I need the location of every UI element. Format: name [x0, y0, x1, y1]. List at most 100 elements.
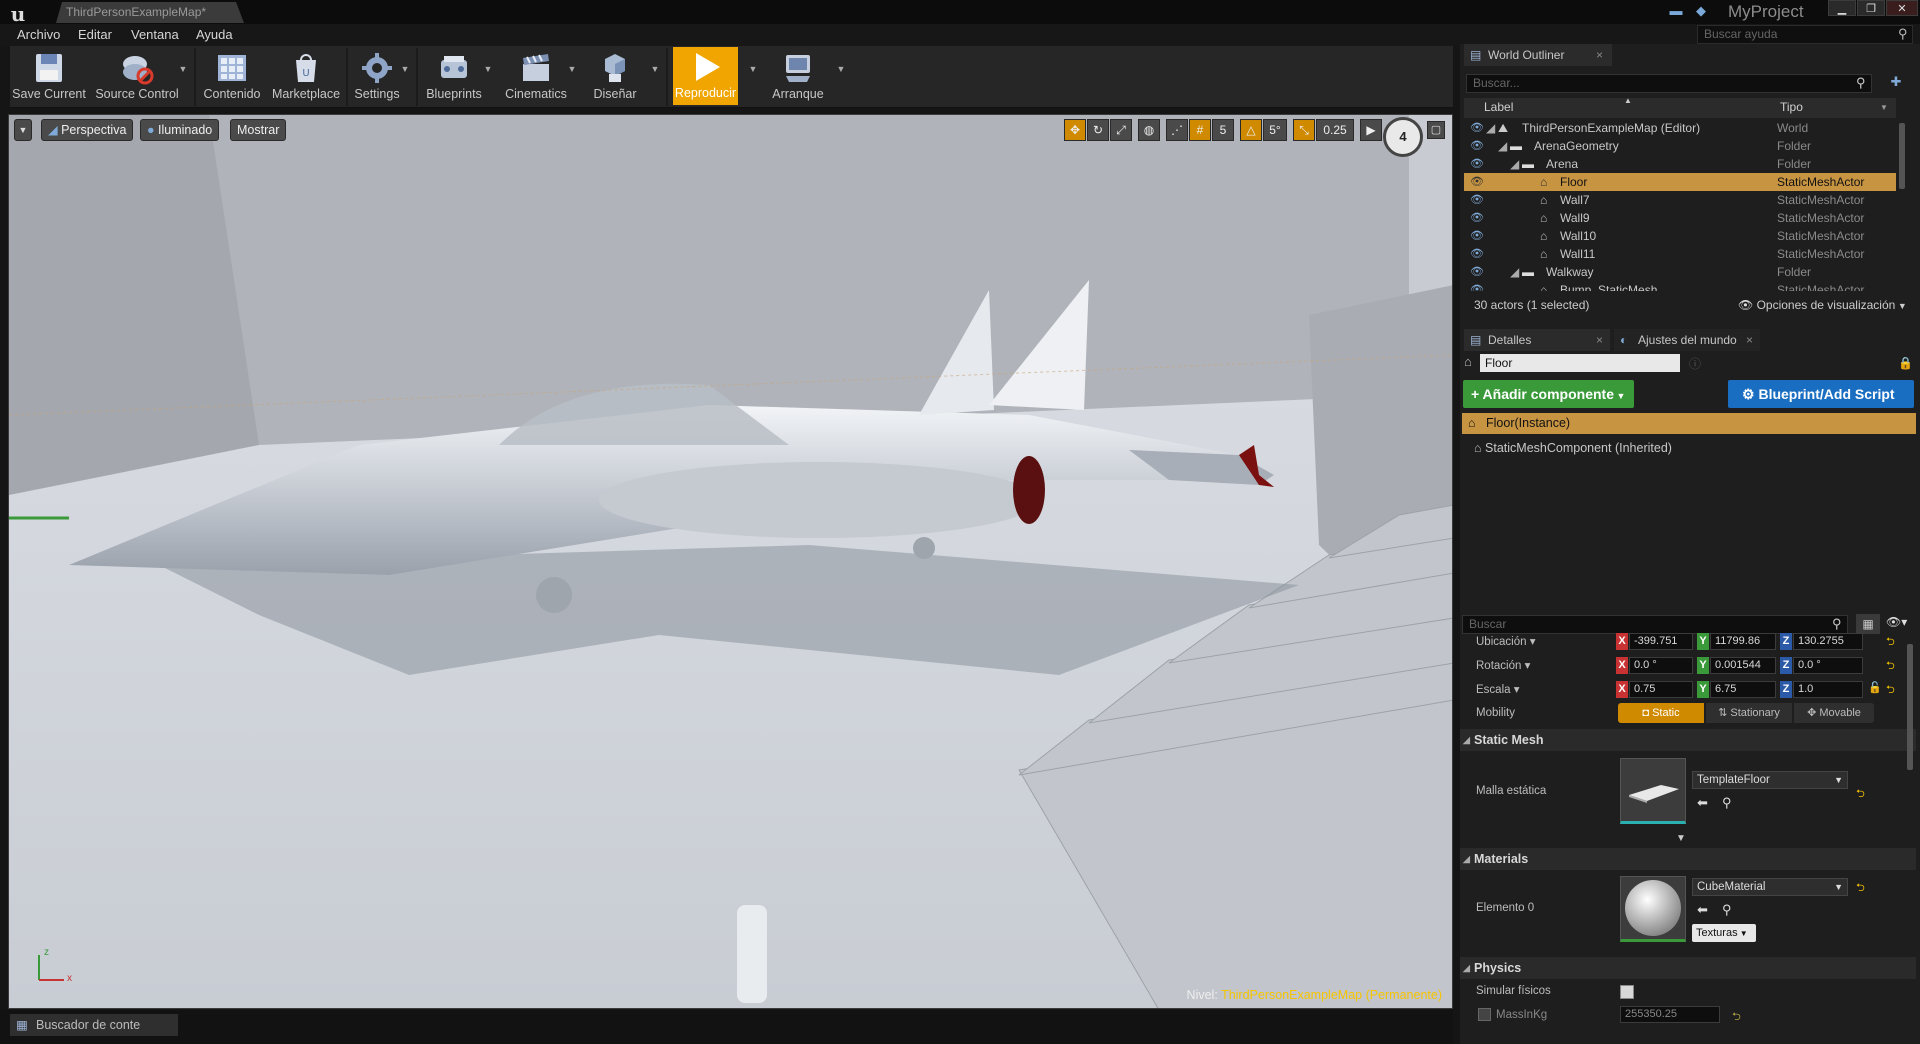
static-mesh-picker[interactable]: TemplateFloor ▼ — [1692, 771, 1848, 789]
close-tab-icon[interactable]: × — [1746, 329, 1753, 351]
expand-arrow-icon[interactable]: ◢ — [1498, 137, 1507, 155]
rotation-snap-icon[interactable]: △ — [1240, 119, 1262, 141]
level-viewport[interactable]: ▼ ◢ Perspectiva ● Iluminado Mostrar ✥ ↻ … — [8, 114, 1453, 1009]
mass-input[interactable]: 255350.25 — [1620, 1006, 1720, 1023]
expand-arrow-icon[interactable]: ◢ — [1486, 119, 1495, 137]
show-button[interactable]: Mostrar — [230, 119, 287, 141]
rotation-z-input[interactable]: 0.0 ° — [1793, 657, 1863, 674]
blueprint-add-script-button[interactable]: ⚙ Blueprint/Add Script — [1728, 380, 1914, 408]
details-tab[interactable]: ▤ Detalles × — [1464, 329, 1610, 351]
property-matrix-icon[interactable]: ▦ — [1856, 614, 1880, 634]
visibility-eye-icon[interactable]: 👁 — [1470, 155, 1484, 173]
menu-help[interactable]: Ayuda — [196, 24, 233, 46]
cinematics-button[interactable]: Cinematics — [500, 48, 572, 106]
save-current-button[interactable]: Save Current — [12, 48, 86, 106]
rotate-mode-icon[interactable]: ↻ — [1087, 119, 1109, 141]
reset-arrow-icon[interactable]: ⮌ — [1886, 657, 1895, 676]
mobility-movable-button[interactable]: ✥ Movable — [1794, 703, 1874, 723]
visibility-filter-icon[interactable]: 👁▾ — [1886, 615, 1907, 629]
maximize-viewport-icon[interactable]: ▢ — [1427, 121, 1445, 139]
add-actor-icon[interactable]: ✚ — [1886, 74, 1906, 93]
reset-arrow-icon[interactable]: ⮌ — [1732, 1008, 1741, 1027]
reset-arrow-icon[interactable]: ⮌ — [1856, 785, 1865, 804]
play-dropdown[interactable]: ▼ — [748, 64, 758, 74]
outliner-row-actor[interactable]: 👁 ⌂ Wall9 StaticMeshActor — [1464, 209, 1896, 227]
visibility-eye-icon[interactable]: 👁 — [1470, 137, 1484, 155]
location-y-input[interactable]: 11799.86 — [1710, 633, 1776, 650]
outliner-row-actor[interactable]: 👁 ⌂ Wall7 StaticMeshActor — [1464, 191, 1896, 209]
material-thumbnail[interactable] — [1620, 876, 1686, 942]
use-selected-arrow-icon[interactable]: ⬅ — [1697, 795, 1708, 811]
camera-speed-icon[interactable]: ▶ — [1360, 119, 1382, 141]
outliner-row-world[interactable]: 👁 ◢ ⛰ ThirdPersonExampleMap (Editor) Wor… — [1464, 119, 1896, 137]
reset-arrow-icon[interactable]: ⮌ — [1886, 681, 1895, 700]
visibility-eye-icon[interactable]: 👁 — [1470, 191, 1484, 209]
outliner-row-actor[interactable]: 👁 ⌂ Wall10 StaticMeshActor — [1464, 227, 1896, 245]
rotation-y-input[interactable]: 0.001544 — [1710, 657, 1776, 674]
col-type-header[interactable]: Tipo — [1780, 100, 1803, 114]
location-x-input[interactable]: -399.751 — [1629, 633, 1693, 650]
outliner-row-folder[interactable]: 👁 ◢ ▬ Walkway Folder — [1464, 263, 1896, 281]
component-row[interactable]: ⌂ StaticMeshComponent (Inherited) — [1474, 441, 1672, 455]
search-icon[interactable]: ⚲ — [1856, 75, 1866, 91]
details-scrollbar[interactable] — [1907, 644, 1913, 770]
rotation-x-input[interactable]: 0.0 ° — [1629, 657, 1693, 674]
browse-search-icon[interactable]: ⚲ — [1722, 902, 1732, 918]
visibility-eye-icon[interactable]: 👁 — [1470, 245, 1484, 263]
source-control-dropdown[interactable]: ▼ — [178, 64, 188, 74]
close-tab-icon[interactable]: × — [1596, 329, 1603, 351]
outliner-row-partial[interactable]: 👁 ⌂ Bump_StaticMesh StaticMeshActor — [1464, 281, 1896, 291]
browse-search-icon[interactable]: ⚲ — [1722, 795, 1732, 811]
visibility-eye-icon[interactable]: 👁 — [1470, 263, 1484, 281]
scale-y-input[interactable]: 6.75 — [1710, 681, 1776, 698]
design-dropdown[interactable]: ▼ — [650, 64, 660, 74]
play-button[interactable]: Reproducir — [673, 47, 738, 105]
minimize-button[interactable]: ▁ — [1828, 0, 1856, 16]
textures-dropdown[interactable]: Texturas ▼ — [1692, 924, 1756, 942]
simulate-physics-checkbox[interactable] — [1620, 985, 1634, 999]
world-coordinates-icon[interactable]: ◍ — [1138, 119, 1160, 141]
world-outliner-tab[interactable]: ▤ World Outliner × — [1464, 44, 1612, 66]
blueprints-button[interactable]: Blueprints — [422, 48, 486, 106]
world-settings-tab[interactable]: ◐ Ajustes del mundo × — [1614, 329, 1760, 351]
static-mesh-section-header[interactable]: ◢ Static Mesh — [1460, 729, 1916, 751]
rotation-snap-value[interactable]: 5° — [1263, 119, 1287, 141]
search-icon[interactable]: ⚲ — [1832, 616, 1842, 632]
close-button[interactable]: ✕ — [1886, 0, 1918, 16]
launch-button[interactable]: Arranque — [764, 48, 832, 106]
reset-arrow-icon[interactable]: ⮌ — [1856, 879, 1865, 898]
lock-icon[interactable]: 🔒 — [1898, 356, 1913, 370]
expand-advanced-icon[interactable]: ▼ — [1676, 833, 1686, 844]
content-browser-tab[interactable]: ▦ Buscador de conte — [10, 1014, 178, 1036]
location-z-input[interactable]: 130.2755 — [1793, 633, 1863, 650]
reset-arrow-icon[interactable]: ⮌ — [1886, 633, 1895, 652]
chat-icon[interactable]: ▬ — [1668, 3, 1684, 19]
settings-dropdown[interactable]: ▼ — [400, 64, 410, 74]
launch-dropdown[interactable]: ▼ — [836, 64, 846, 74]
settings-button[interactable]: Settings — [350, 48, 404, 106]
details-search-input[interactable]: Buscar — [1462, 615, 1848, 634]
materials-section-header[interactable]: ◢ Materials — [1460, 848, 1916, 870]
maximize-button[interactable]: ❐ — [1857, 0, 1885, 16]
visibility-eye-icon[interactable]: 👁 — [1470, 209, 1484, 227]
marketplace-button[interactable]: U Marketplace — [270, 48, 342, 106]
mobility-stationary-button[interactable]: ⇅ Stationary — [1706, 703, 1792, 723]
cinematics-dropdown[interactable]: ▼ — [567, 64, 577, 74]
viewport-options-dropdown[interactable]: ▼ — [14, 119, 32, 141]
blueprints-dropdown[interactable]: ▼ — [483, 64, 493, 74]
visibility-eye-icon[interactable]: 👁 — [1470, 281, 1484, 291]
outliner-scrollbar[interactable] — [1899, 123, 1905, 189]
notification-icon[interactable]: ◆ — [1693, 3, 1709, 19]
menu-edit[interactable]: Editar — [78, 24, 112, 46]
outliner-row-floor-selected[interactable]: 👁 ⌂ Floor StaticMeshActor — [1464, 173, 1896, 191]
scale-snap-icon[interactable]: ⤡ — [1293, 119, 1315, 141]
search-icon[interactable]: ⚲ — [1898, 26, 1908, 42]
translate-mode-icon[interactable]: ✥ — [1064, 119, 1086, 141]
scale-z-input[interactable]: 1.0 — [1793, 681, 1863, 698]
physics-section-header[interactable]: ◢ Physics — [1460, 957, 1916, 979]
use-selected-arrow-icon[interactable]: ⬅ — [1697, 902, 1708, 918]
add-component-button[interactable]: + Añadir componente ▼ — [1463, 380, 1634, 408]
document-tab[interactable]: ThirdPersonExampleMap* — [56, 2, 244, 23]
static-mesh-thumbnail[interactable] — [1620, 758, 1686, 824]
lit-button[interactable]: ● Iluminado — [140, 119, 220, 141]
